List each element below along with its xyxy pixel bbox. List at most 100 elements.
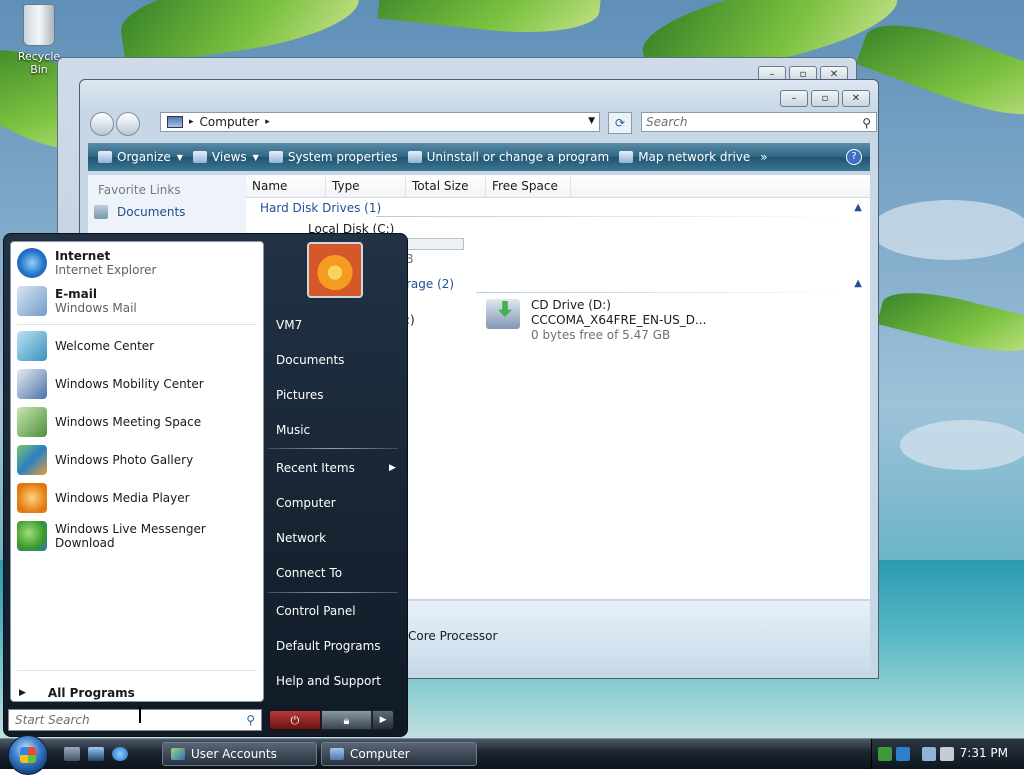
group-removable-storage[interactable]: rage (2) (406, 277, 454, 291)
chevron-down-icon: ▼ (252, 152, 259, 162)
start-item-control-panel[interactable]: Control Panel (276, 604, 356, 618)
windows-mail-icon (17, 286, 47, 316)
minimize-button[interactable]: – (780, 90, 808, 107)
chevron-down-icon: ▼ (176, 152, 183, 162)
power-controls: ⏻ 🔒︎ ▶ (269, 710, 394, 730)
security-center-icon[interactable] (896, 747, 910, 761)
column-name[interactable]: Name (246, 175, 326, 197)
program-media-player[interactable]: Windows Media Player (17, 483, 257, 513)
maximize-button[interactable]: ▫ (811, 90, 839, 107)
collapse-icon[interactable]: ▲ (854, 202, 862, 213)
user-accounts-icon (171, 748, 185, 760)
recycle-bin-label: Recycle Bin (17, 50, 61, 76)
volume-muted-icon[interactable] (940, 747, 954, 761)
more-commands-button[interactable]: » (760, 150, 767, 164)
column-headers: Name Type Total Size Free Space (246, 175, 870, 198)
breadcrumb-chevron-icon: ▸ (189, 117, 194, 127)
nav-link-documents[interactable]: Documents (88, 197, 246, 219)
pinned-email[interactable]: E-mail Windows Mail (17, 286, 257, 316)
start-item-pictures[interactable]: Pictures (276, 388, 324, 402)
pinned-internet[interactable]: Internet Internet Explorer (17, 248, 257, 278)
program-mobility-center[interactable]: Windows Mobility Center (17, 369, 257, 399)
cd-drive-icon[interactable] (486, 299, 520, 329)
column-free-space[interactable]: Free Space (486, 175, 571, 197)
network-icon[interactable] (922, 747, 936, 761)
column-type[interactable]: Type (326, 175, 406, 197)
live-messenger-icon (17, 521, 47, 551)
map-network-drive-button[interactable]: Map network drive (619, 150, 750, 164)
cloud (900, 420, 1024, 470)
computer-icon (330, 748, 344, 760)
start-right-separator (268, 592, 398, 593)
organize-button[interactable]: Organize ▼ (98, 150, 183, 164)
refresh-button[interactable]: ⟳ (608, 112, 632, 134)
program-welcome-center[interactable]: Welcome Center (17, 331, 257, 361)
uninstall-button[interactable]: Uninstall or change a program (407, 150, 609, 164)
program-meeting-space[interactable]: Windows Meeting Space (17, 407, 257, 437)
pinned-separator (17, 324, 257, 325)
help-icon[interactable]: ? (846, 149, 862, 165)
start-button[interactable] (8, 735, 48, 775)
shutdown-options-arrow-icon[interactable]: ▶ (372, 710, 394, 730)
system-properties-button[interactable]: System properties (268, 150, 398, 164)
address-dropdown-icon[interactable]: ▼ (588, 116, 595, 126)
cd-drive-name[interactable]: CD Drive (D:) (531, 298, 611, 312)
user-avatar[interactable] (307, 242, 363, 298)
documents-icon (94, 205, 108, 219)
lock-icon[interactable]: 🔒︎ (320, 710, 373, 730)
favorite-links-header: Favorite Links (98, 183, 181, 197)
views-icon (192, 151, 207, 163)
start-search-input[interactable]: Start Search ⚲ (8, 709, 262, 731)
meeting-space-icon (17, 407, 47, 437)
close-button[interactable]: ✕ (842, 90, 870, 107)
cd-drive-free: 0 bytes free of 5.47 GB (531, 328, 671, 342)
internet-explorer-icon[interactable] (112, 747, 128, 761)
start-item-music[interactable]: Music (276, 423, 310, 437)
text-cursor-icon (139, 707, 141, 723)
power-icon[interactable]: ⏻ (269, 710, 321, 730)
windows-update-icon[interactable] (878, 747, 892, 761)
show-desktop-icon[interactable] (64, 747, 80, 761)
column-total-size[interactable]: Total Size (406, 175, 486, 197)
command-bar: Organize ▼ Views ▼ System properties Unins… (88, 143, 870, 171)
address-text: Computer (199, 115, 260, 129)
taskbar-button-computer[interactable]: Computer (321, 742, 477, 766)
start-right-separator (268, 448, 398, 449)
all-programs-separator (17, 670, 257, 671)
window-controls: – ▫ ✕ (780, 90, 870, 107)
start-item-network[interactable]: Network (276, 531, 326, 545)
start-menu: Internet Internet Explorer E-mail Windows … (3, 233, 408, 737)
start-item-default-programs[interactable]: Default Programs (276, 639, 381, 653)
clock[interactable]: 7:31 PM (960, 746, 1008, 760)
group-divider (376, 216, 850, 217)
program-photo-gallery[interactable]: Windows Photo Gallery (17, 445, 257, 475)
search-input[interactable]: Search ⚲ (641, 112, 877, 132)
palm-leaf (855, 7, 1024, 133)
taskbar-button-user-accounts[interactable]: User Accounts (162, 742, 317, 766)
start-item-help[interactable]: Help and Support (276, 674, 381, 688)
processor-info: Core Processor (408, 629, 498, 643)
start-item-connect-to[interactable]: Connect To (276, 566, 342, 580)
media-player-icon (17, 483, 47, 513)
collapse-icon[interactable]: ▲ (854, 278, 862, 289)
chevron-right-icon: ▶ (389, 463, 396, 473)
start-item-computer[interactable]: Computer (276, 496, 336, 510)
chevron-right-icon: ▶ (19, 688, 26, 698)
forward-button[interactable] (116, 112, 140, 136)
views-button[interactable]: Views ▼ (192, 150, 259, 164)
autoplay-arrow-icon (498, 301, 512, 317)
start-item-documents[interactable]: Documents (276, 353, 344, 367)
start-item-recent-items[interactable]: Recent Items (276, 461, 355, 475)
address-row: ▸ Computer ▸ ▼ ⟳ Search ⚲ (88, 111, 877, 136)
program-live-messenger[interactable]: Windows Live Messenger Download (17, 521, 257, 551)
notification-area: 7:31 PM (871, 739, 1024, 769)
switch-windows-icon[interactable] (88, 747, 104, 761)
address-bar[interactable]: ▸ Computer ▸ ▼ (160, 112, 600, 132)
start-search-placeholder: Start Search (15, 713, 90, 727)
group-hard-disk-drives[interactable]: Hard Disk Drives (1) (260, 201, 381, 215)
back-button[interactable] (90, 112, 114, 136)
system-properties-icon (268, 151, 283, 163)
all-programs-button[interactable]: ▶ All Programs (19, 686, 135, 700)
mobility-center-icon (17, 369, 47, 399)
start-item-user[interactable]: VM7 (276, 318, 302, 332)
